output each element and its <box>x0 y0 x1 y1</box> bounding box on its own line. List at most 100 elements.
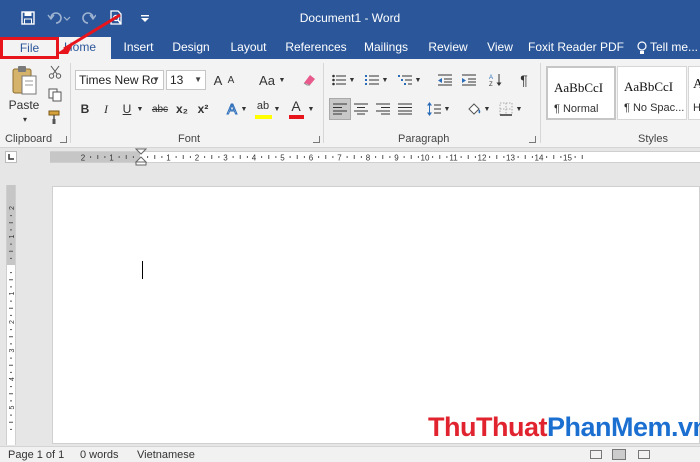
ruler-tick <box>90 156 92 158</box>
subscript-button[interactable]: x₂ <box>173 99 191 119</box>
word-count[interactable]: 0 words <box>80 449 119 461</box>
chevron-down-icon[interactable]: ▼ <box>515 99 523 119</box>
chevron-down-icon[interactable]: ▼ <box>278 70 286 90</box>
ruler-tick <box>417 156 419 158</box>
print-layout-icon[interactable] <box>612 449 626 460</box>
ruler-tick <box>10 414 12 416</box>
ruler-number: 4 <box>9 377 15 381</box>
style-name: ¶ No Spac... <box>624 102 685 114</box>
language-status[interactable]: Vietnamese <box>137 449 195 461</box>
align-right-icon[interactable] <box>374 99 392 119</box>
horizontal-ruler[interactable]: 2 1 1 2 3 4 5 6 7 8 9 10 11 12 13 14 15 <box>50 151 700 163</box>
ruler-number: 2 <box>195 154 200 163</box>
underline-button[interactable]: U <box>119 99 135 119</box>
ruler-row: 2 1 1 2 3 4 5 6 7 8 9 10 11 12 13 14 15 <box>0 148 700 166</box>
format-painter-icon[interactable] <box>46 108 64 126</box>
ruler-tick <box>125 155 127 159</box>
document-page[interactable] <box>52 186 700 444</box>
chevron-down-icon[interactable]: ▼ <box>348 70 356 90</box>
shrink-font-button[interactable]: A <box>225 70 237 90</box>
bold-button[interactable]: B <box>77 99 93 119</box>
paragraph-group-label: Paragraph <box>398 133 450 145</box>
strikethrough-button[interactable]: abc <box>149 99 171 119</box>
font-color-button[interactable]: A <box>288 97 304 115</box>
font-size-value: 13 <box>170 73 184 87</box>
ruler-tick <box>9 421 13 423</box>
ruler-number: 3 <box>9 348 15 352</box>
ribbon-separator <box>70 63 71 143</box>
grow-font-button[interactable]: A <box>211 70 225 90</box>
style-no-spacing[interactable]: AaBbCcI ¶ No Spac... <box>617 66 687 120</box>
chevron-down-icon[interactable]: ▼ <box>381 70 389 90</box>
ruler-tick <box>432 156 434 158</box>
decrease-indent-icon[interactable] <box>436 70 454 90</box>
chevron-down-icon[interactable]: ▼ <box>483 99 491 119</box>
ruler-tick <box>10 314 12 316</box>
style-name: ¶ Normal <box>554 103 599 115</box>
ruler-tick <box>118 156 120 158</box>
superscript-button[interactable]: x² <box>194 99 212 119</box>
chevron-down-icon[interactable]: ▼ <box>307 99 315 119</box>
ruler-number: 12 <box>478 154 487 163</box>
ruler-tick <box>10 272 12 274</box>
chevron-down-icon[interactable]: ▼ <box>240 99 248 119</box>
ruler-number: 6 <box>309 154 314 163</box>
copy-icon[interactable] <box>46 86 64 104</box>
tab-selector-icon[interactable] <box>5 151 17 163</box>
paste-button[interactable]: Paste <box>5 97 43 113</box>
justify-icon[interactable] <box>396 99 414 119</box>
ruler-tick <box>524 155 526 159</box>
ruler-number: 1 <box>9 291 15 295</box>
ruler-tick <box>10 300 12 302</box>
ruler-number: 1 <box>109 154 114 163</box>
sort-icon[interactable]: AZ <box>487 70 505 90</box>
ruler-number: 10 <box>421 154 430 163</box>
page-count[interactable]: Page 1 of 1 <box>8 449 64 461</box>
ruler-number: 4 <box>252 154 257 163</box>
align-center-icon[interactable] <box>352 99 370 119</box>
cut-icon[interactable] <box>46 63 64 81</box>
chevron-down-icon[interactable]: ▼ <box>414 70 422 90</box>
paste-icon[interactable] <box>8 65 40 97</box>
ruler-number: 3 <box>223 154 228 163</box>
style-heading[interactable]: A H <box>688 66 700 120</box>
font-group-label: Font <box>178 133 201 145</box>
align-left-icon[interactable] <box>329 98 351 120</box>
show-formatting-button[interactable]: ¶ <box>515 70 533 90</box>
ruler-tick <box>147 156 149 158</box>
font-name-combo[interactable]: Times New Ro ▼ <box>75 70 164 90</box>
clear-formatting-icon[interactable] <box>299 70 319 90</box>
ruler-tick <box>239 155 241 159</box>
style-normal[interactable]: AaBbCcI ¶ Normal <box>546 66 616 120</box>
chevron-down-icon[interactable]: ▼ <box>443 99 451 119</box>
vertical-ruler[interactable]: 2 1 1 2 3 4 5 <box>6 185 16 445</box>
read-mode-icon[interactable] <box>590 450 602 459</box>
font-launcher-icon[interactable] <box>313 136 320 143</box>
bullets-icon[interactable] <box>330 70 348 90</box>
numbering-icon[interactable] <box>363 70 381 90</box>
text-effects-button[interactable]: A <box>224 99 240 119</box>
ruler-tick <box>9 307 13 309</box>
multilevel-list-icon[interactable] <box>396 70 414 90</box>
change-case-button[interactable]: Aa <box>256 70 278 90</box>
line-spacing-icon[interactable] <box>425 99 443 119</box>
ruler-tick <box>289 156 291 158</box>
web-layout-icon[interactable] <box>638 450 650 459</box>
shading-icon[interactable] <box>465 99 483 119</box>
highlight-button[interactable]: ab <box>254 97 272 115</box>
font-size-combo[interactable]: 13 ▼ <box>166 70 206 90</box>
italic-button[interactable]: I <box>98 99 114 119</box>
borders-icon[interactable] <box>497 99 515 119</box>
clipboard-launcher-icon[interactable] <box>60 136 67 143</box>
paragraph-launcher-icon[interactable] <box>529 136 536 143</box>
ruler-number: 8 <box>366 154 371 163</box>
increase-indent-icon[interactable] <box>460 70 478 90</box>
ruler-tick <box>232 156 234 158</box>
ruler-tick <box>574 156 576 158</box>
paste-options-chevron-icon[interactable]: ▾ <box>20 115 30 124</box>
chevron-down-icon[interactable]: ▼ <box>273 99 281 119</box>
chevron-down-icon[interactable]: ▼ <box>136 99 144 119</box>
ruler-tick <box>353 155 355 159</box>
ruler-tick <box>346 156 348 158</box>
indent-marker-icon[interactable] <box>135 148 147 166</box>
